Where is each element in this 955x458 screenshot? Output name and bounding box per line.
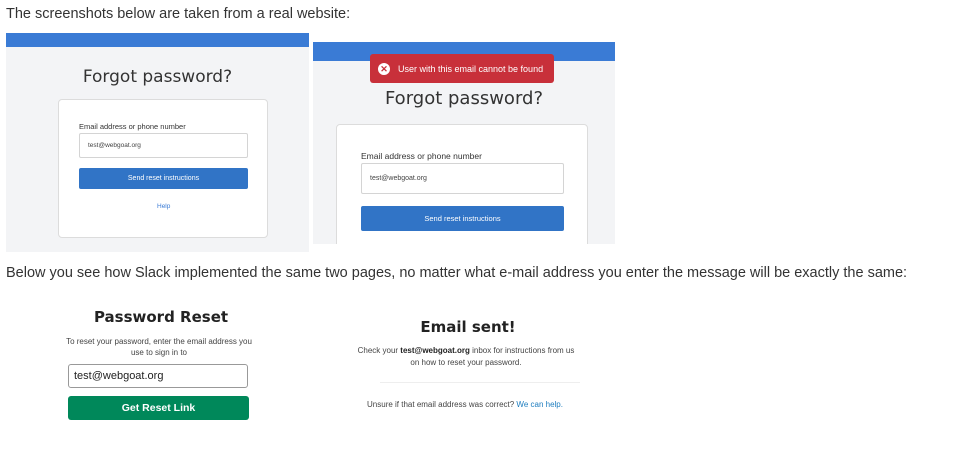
- send-reset-button[interactable]: Send reset instructions: [79, 168, 248, 189]
- email-field[interactable]: test@webgoat.org: [361, 163, 564, 194]
- we-can-help-link[interactable]: We can help.: [516, 400, 563, 409]
- email-sent-footer: Unsure if that email address was correct…: [350, 400, 580, 409]
- desc-text: Check your: [357, 346, 401, 355]
- email-field[interactable]: test@webgoat.org: [79, 133, 248, 158]
- email-sent-title: Email sent!: [420, 318, 516, 336]
- page-title: Forgot password?: [82, 67, 233, 87]
- divider: [380, 382, 580, 383]
- email-label: Email address or phone number: [79, 122, 186, 131]
- send-reset-button[interactable]: Send reset instructions: [361, 206, 564, 231]
- page-title: Forgot password?: [384, 88, 544, 109]
- get-reset-link-button[interactable]: Get Reset Link: [68, 396, 249, 420]
- email-input[interactable]: test@webgoat.org: [68, 364, 248, 388]
- help-link[interactable]: Help: [157, 203, 170, 210]
- password-reset-description: To reset your password, enter the email …: [66, 337, 252, 357]
- top-bar: [6, 33, 309, 47]
- close-circle-icon[interactable]: ✕: [378, 62, 390, 75]
- forgot-password-card: Email address or phone number test@webgo…: [336, 124, 588, 244]
- desc-email: test@webgoat.org: [400, 346, 470, 355]
- error-toast: ✕ User with this email cannot be found: [370, 54, 554, 83]
- password-reset-title: Password Reset: [93, 308, 229, 326]
- slack-text: Below you see how Slack implemented the …: [6, 265, 908, 281]
- screenshot-forgot-password-error: ✕ User with this email cannot be found F…: [313, 42, 615, 244]
- email-label: Email address or phone number: [361, 151, 482, 161]
- screenshot-forgot-password: Forgot password? Email address or phone …: [6, 33, 309, 252]
- email-sent-description: Check your test@webgoat.org inbox for in…: [353, 345, 579, 369]
- intro-text: The screenshots below are taken from a r…: [6, 6, 351, 22]
- forgot-password-card: Email address or phone number test@webgo…: [58, 99, 268, 238]
- error-message: User with this email cannot be found: [398, 63, 544, 74]
- footer-text: Unsure if that email address was correct…: [367, 400, 517, 409]
